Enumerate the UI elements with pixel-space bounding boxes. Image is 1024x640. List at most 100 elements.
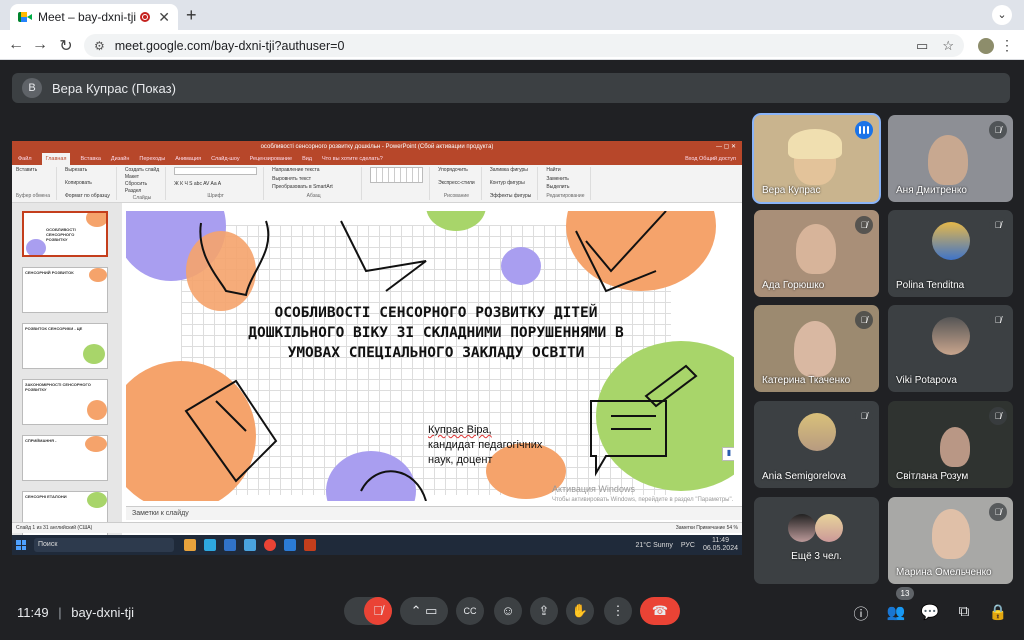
- people-icon[interactable]: 👥: [886, 603, 906, 621]
- meeting-details-icon[interactable]: ⓘ: [851, 603, 871, 624]
- checkmark-doodle-icon: [575, 211, 667, 293]
- shapes-gallery: [370, 167, 424, 183]
- ppt-tab: Рецензирование: [249, 156, 293, 162]
- ribbon-item: Направление текста: [272, 167, 320, 173]
- author-degree: кандидат педагогічних: [428, 439, 543, 451]
- participant-tile[interactable]: 🎙̸ Polina Tenditna: [888, 210, 1013, 297]
- ribbon-item: Экспресс-стили: [438, 180, 475, 186]
- activation-subtitle: Чтобы активировать Windows, перейдите в …: [552, 497, 734, 503]
- participant-tile[interactable]: 🎙̸ Аня Дмитренко: [888, 115, 1013, 202]
- participant-tile[interactable]: 🎙̸ Ада Горюшко: [754, 210, 879, 297]
- participant-hair: [788, 129, 842, 159]
- participant-tile[interactable]: 🎙̸ Ania Semigorelova: [754, 401, 879, 488]
- thumbnail-blob: [86, 213, 106, 227]
- thumbnail-title: СПРИЙМАННЯ -: [25, 438, 57, 443]
- ribbon-item: Копировать: [64, 180, 92, 186]
- slide-thumbnail: 4 ЗАКОНОМІРНОСТІ СЕНСОРНОГО РОЗВИТКУ: [22, 379, 108, 425]
- book-doodle-icon: [184, 379, 278, 483]
- participant-tile[interactable]: 🎙̸ Марина Омельченко: [888, 497, 1013, 584]
- participant-tile[interactable]: Вера Купрас: [754, 115, 879, 202]
- camera-in-use-icon[interactable]: ▭: [916, 38, 928, 54]
- participant-name: Аня Дмитренко: [896, 185, 967, 196]
- profile-avatar[interactable]: [978, 38, 994, 54]
- bookmark-star-icon[interactable]: ☆: [942, 38, 954, 54]
- speaking-indicator-icon: [855, 121, 873, 139]
- mic-off-icon: 🎙̸: [989, 121, 1007, 139]
- forward-arrow-icon[interactable]: →: [30, 36, 50, 54]
- chat-doodle-icon: [590, 400, 667, 477]
- emoji-reactions-button[interactable]: ☺: [494, 597, 522, 625]
- ppt-tab: Вставка: [80, 156, 101, 162]
- ppt-tab-active: Главная: [41, 153, 71, 165]
- ribbon-group-font: Ж К Ч S abc AV Aa A Шрифт: [174, 167, 265, 200]
- chevron-down-icon[interactable]: ⌄: [992, 5, 1012, 25]
- ppt-status-bar: Слайд 1 из 31 английский (США) Заметки П…: [12, 522, 742, 533]
- participant-tile-more[interactable]: Ещё 3 чел.: [754, 497, 879, 584]
- author-name: Купрас Віра,: [428, 424, 492, 436]
- present-screen-button[interactable]: ⇪: [530, 597, 558, 625]
- ppt-tell-me: Что вы хотите сделать?: [322, 156, 383, 162]
- host-controls-icon[interactable]: 🔒: [988, 603, 1008, 621]
- ribbon-item: Упорядочить: [438, 167, 468, 173]
- recording-indicator-icon: [140, 12, 151, 22]
- leave-call-button[interactable]: ☎: [640, 597, 680, 625]
- participant-video: [940, 427, 970, 467]
- url-text[interactable]: meet.google.com/bay-dxni-tji?authuser=0: [115, 39, 902, 53]
- omnibox[interactable]: ⚙ meet.google.com/bay-dxni-tji?authuser=…: [84, 34, 964, 57]
- thumbnail-title: СЕНСОРНІ ЕТАЛОНИ: [25, 494, 67, 499]
- address-bar-row: ← → ↻ ⚙ meet.google.com/bay-dxni-tji?aut…: [0, 30, 1024, 60]
- shared-screen: особливості сенсорного розвитку дошкільн…: [12, 141, 742, 555]
- close-tab-icon[interactable]: ✕: [158, 9, 170, 26]
- reload-icon[interactable]: ↻: [56, 36, 76, 56]
- raise-hand-button[interactable]: ✋: [566, 597, 594, 625]
- slide-author: Купрас Віра, кандидат педагогічних наук,…: [428, 423, 542, 468]
- slide-thumbnail: 2 СЕНСОРНИЙ РОЗВИТОК: [22, 267, 108, 313]
- thumbnail-blob: [26, 239, 46, 255]
- font-name-box: [174, 167, 258, 175]
- slide-thumbnail-pane: 1 ОСОБЛИВОСТІ СЕНСОРНОГО РОЗВИТКУ 2 СЕНС…: [12, 203, 122, 537]
- microphone-off-button[interactable]: 🎙̸: [364, 597, 392, 625]
- meeting-time: 11:49: [17, 605, 49, 620]
- participant-tile[interactable]: 🎙̸ Катерина Ткаченко: [754, 305, 879, 392]
- file-explorer-icon: [184, 539, 196, 551]
- back-arrow-icon[interactable]: ←: [6, 36, 26, 54]
- site-info-icon[interactable]: ⚙: [94, 39, 105, 53]
- participant-video: [794, 321, 836, 377]
- thumbnail-blob: [85, 436, 107, 452]
- thumbnail-title: ОСОБЛИВОСТІ СЕНСОРНОГО РОЗВИТКУ: [46, 227, 76, 242]
- ribbon-item: Сбросить: [124, 181, 148, 187]
- ppt-tab: Вид: [302, 156, 313, 162]
- ribbon-item: Выделить: [546, 184, 570, 191]
- powerpoint-icon: [304, 539, 316, 551]
- new-tab-button[interactable]: +: [186, 5, 197, 26]
- meeting-separator: |: [58, 605, 62, 620]
- thumbnail-title: РОЗВИТОК СЕНСОРИКИ - ЦЕ: [25, 326, 83, 331]
- browser-tab-strip: Meet – bay-dxni-tji ✕ + ⌄: [0, 0, 1024, 30]
- thumbnail-blob: [89, 268, 107, 282]
- camera-options-chevron-icon[interactable]: ⌃ ▭: [400, 597, 448, 625]
- ppt-tab: Слайд-шоу: [211, 156, 240, 162]
- more-options-button[interactable]: ⋮: [604, 597, 632, 625]
- taskbar-date: 06.05.2024: [702, 545, 738, 552]
- ppt-tab: Анимация: [175, 156, 202, 162]
- chat-icon[interactable]: 💬: [920, 603, 940, 621]
- browser-menu-icon[interactable]: ⋮: [1000, 37, 1014, 54]
- activities-icon[interactable]: ⧉: [954, 603, 974, 620]
- ribbon-group-cut-copy: Вырезать Копировать Формат по образцу: [65, 167, 117, 200]
- participant-name: Viki Potapova: [896, 375, 957, 386]
- browser-tab-meet[interactable]: Meet – bay-dxni-tji ✕: [10, 4, 178, 30]
- participant-tile[interactable]: 🎙̸ Світлана Розум: [888, 401, 1013, 488]
- star-doodle-icon: [340, 220, 427, 292]
- ppt-menu-tabs: Файл Главная Вставка Дизайн Переходы Ани…: [12, 153, 742, 165]
- participant-name: Ania Semigorelova: [762, 471, 846, 482]
- thumbnail-blob: [83, 344, 105, 364]
- ribbon-item: Найти: [546, 167, 561, 173]
- mic-off-icon: 🎙̸: [989, 407, 1007, 425]
- participant-tile[interactable]: 🎙̸ Viki Potapova: [888, 305, 1013, 392]
- taskbar-time: 11:49: [711, 537, 729, 544]
- captions-button[interactable]: CC: [456, 597, 484, 625]
- ribbon-item: Заменить: [546, 175, 569, 182]
- ribbon-item: Раздел: [124, 188, 142, 194]
- window-controls-icon: — ▢ ✕: [715, 144, 736, 150]
- thumbnail-title: ЗАКОНОМІРНОСТІ СЕНСОРНОГО РОЗВИТКУ: [25, 382, 91, 392]
